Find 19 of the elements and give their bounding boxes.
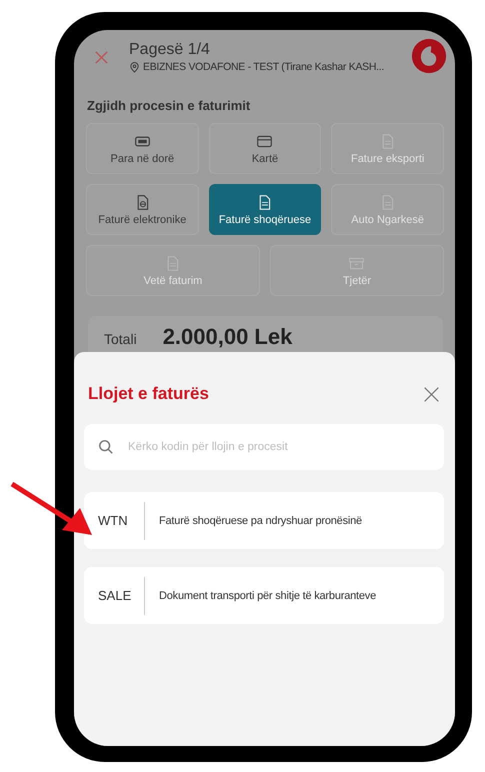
item-description: Dokument transporti për shitje të karburanteve <box>158 590 376 602</box>
section-heading: Zgjidh procesin e faturimit <box>86 97 252 113</box>
total-label: Totali <box>104 331 137 347</box>
page-title: Pagesë 1/4 <box>129 40 211 60</box>
item-code: SALE <box>84 576 145 614</box>
item-description: Faturë shoqëruese pa ndryshuar pronësinë <box>158 514 362 526</box>
sheet-title: Llojet e faturës <box>88 384 209 404</box>
logo-icon <box>411 38 447 74</box>
total-amount: 2.000,00 Lek <box>162 324 292 350</box>
list-item[interactable]: SALE Dokument transporti për shitje të karburanteve <box>84 567 444 624</box>
option-button[interactable]: Para në dorë <box>86 123 199 174</box>
option-button[interactable]: Kartë <box>208 123 322 174</box>
option-button[interactable]: Faturë elektronike <box>86 184 199 235</box>
search-field[interactable]: Kërko kodin për llojin e procesit <box>84 424 444 470</box>
close-icon[interactable] <box>423 386 440 402</box>
list-item[interactable]: WTN Faturë shoqëruese pa ndryshuar pronësinë <box>84 492 444 549</box>
location-text: EBIZNES VODAFONE - TEST (Tirane Kashar KASH... <box>143 61 384 73</box>
location-pin-icon <box>129 62 140 72</box>
option-button[interactable]: Faturë shoqëruese <box>208 184 322 235</box>
